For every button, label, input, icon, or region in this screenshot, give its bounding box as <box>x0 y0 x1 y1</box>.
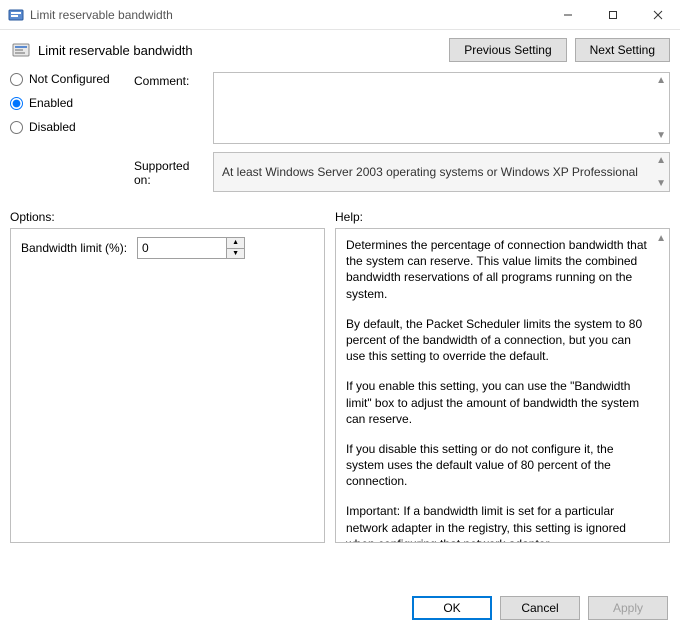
ok-button[interactable]: OK <box>412 596 492 620</box>
bandwidth-limit-spinner[interactable]: ▲ ▼ <box>137 237 245 259</box>
cancel-button[interactable]: Cancel <box>500 596 580 620</box>
scroll-down-icon[interactable]: ▼ <box>656 130 666 141</box>
options-panel: Bandwidth limit (%): ▲ ▼ <box>10 228 325 543</box>
radio-not-configured-label: Not Configured <box>29 72 110 86</box>
scroll-up-icon[interactable]: ▲ <box>656 75 666 86</box>
header-row: Limit reservable bandwidth Previous Sett… <box>10 38 670 62</box>
help-text: By default, the Packet Scheduler limits … <box>346 316 651 365</box>
comment-textbox[interactable]: ▲ ▼ <box>213 72 670 144</box>
spinner-down-button[interactable]: ▼ <box>227 249 244 259</box>
window-title: Limit reservable bandwidth <box>30 8 545 22</box>
close-button[interactable] <box>635 0 680 29</box>
radio-enabled-label: Enabled <box>29 96 73 110</box>
radio-not-configured-input[interactable] <box>10 73 23 86</box>
radio-disabled-input[interactable] <box>10 121 23 134</box>
options-label: Options: <box>10 210 335 224</box>
bandwidth-limit-label: Bandwidth limit (%): <box>21 241 127 255</box>
minimize-button[interactable] <box>545 0 590 29</box>
window-controls <box>545 0 680 29</box>
next-setting-button[interactable]: Next Setting <box>575 38 670 62</box>
apply-button[interactable]: Apply <box>588 596 668 620</box>
supported-on-box: At least Windows Server 2003 operating s… <box>213 152 670 192</box>
scroll-up-icon[interactable]: ▲ <box>656 155 666 166</box>
help-panel: ▲ Determines the percentage of connectio… <box>335 228 670 543</box>
help-text: If you disable this setting or do not co… <box>346 441 651 490</box>
radio-disabled-label: Disabled <box>29 120 76 134</box>
state-radio-group: Not Configured Enabled Disabled <box>10 72 130 134</box>
maximize-button[interactable] <box>590 0 635 29</box>
previous-setting-button[interactable]: Previous Setting <box>449 38 566 62</box>
footer-buttons: OK Cancel Apply <box>412 596 668 620</box>
radio-enabled[interactable]: Enabled <box>10 96 130 110</box>
help-text: Determines the percentage of connection … <box>346 237 651 302</box>
policy-name: Limit reservable bandwidth <box>38 43 441 58</box>
supported-on-label: Supported on: <box>134 157 209 187</box>
scroll-up-icon[interactable]: ▲ <box>656 233 666 244</box>
comment-label: Comment: <box>134 72 209 88</box>
scroll-down-icon[interactable]: ▼ <box>656 178 666 189</box>
titlebar: Limit reservable bandwidth <box>0 0 680 30</box>
spinner-up-button[interactable]: ▲ <box>227 238 244 249</box>
help-text: Important: If a bandwidth limit is set f… <box>346 503 651 543</box>
policy-icon <box>10 39 32 61</box>
help-text: If you enable this setting, you can use … <box>346 378 651 427</box>
app-icon <box>8 7 24 23</box>
supported-on-value: At least Windows Server 2003 operating s… <box>222 165 638 179</box>
help-label: Help: <box>335 210 670 224</box>
radio-enabled-input[interactable] <box>10 97 23 110</box>
radio-not-configured[interactable]: Not Configured <box>10 72 130 86</box>
bandwidth-limit-input[interactable] <box>138 238 226 258</box>
radio-disabled[interactable]: Disabled <box>10 120 130 134</box>
